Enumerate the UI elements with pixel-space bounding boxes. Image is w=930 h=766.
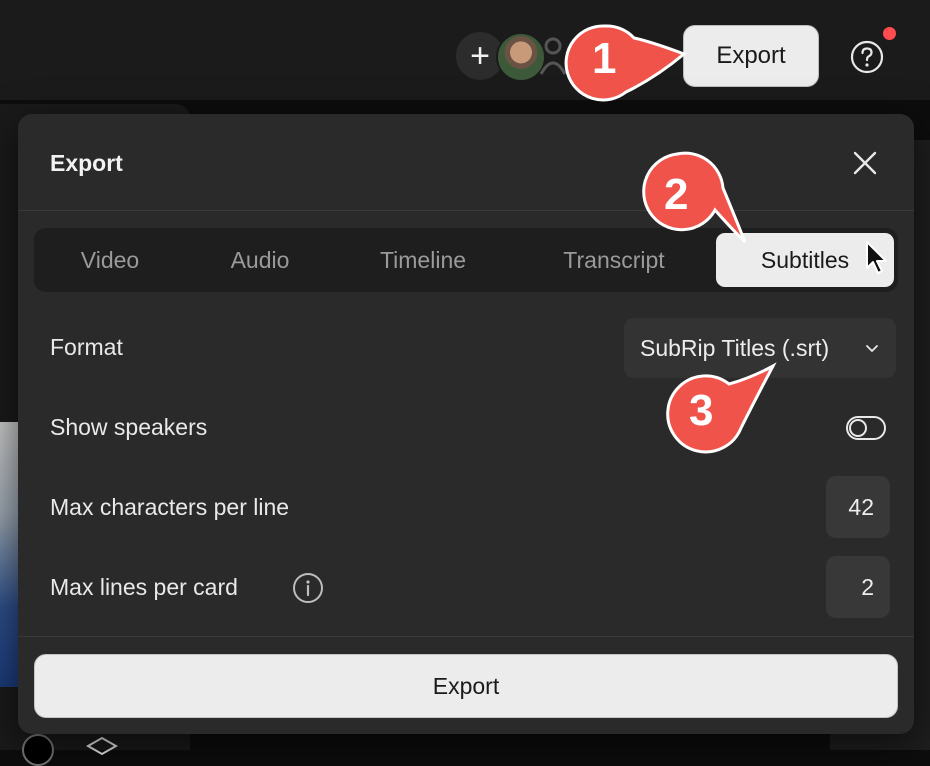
- header-divider: [18, 210, 914, 211]
- plus-icon: +: [470, 37, 490, 75]
- info-icon[interactable]: [292, 572, 324, 604]
- callout-1-number: 1: [592, 34, 617, 83]
- top-toolbar: + Export: [0, 0, 930, 100]
- help-icon[interactable]: [850, 40, 884, 74]
- footer-divider: [18, 636, 914, 637]
- tab-audio[interactable]: Audio: [186, 228, 334, 292]
- max-chars-input[interactable]: 42: [826, 476, 890, 538]
- callout-2-number: 2: [664, 170, 689, 219]
- show-speakers-label: Show speakers: [50, 414, 208, 440]
- export-button[interactable]: Export: [34, 654, 898, 718]
- toggle-knob: [849, 419, 867, 437]
- callout-2-icon: [642, 151, 747, 244]
- notification-badge: [883, 27, 896, 40]
- dialog-title: Export: [50, 150, 123, 176]
- tab-timeline[interactable]: Timeline: [334, 228, 512, 292]
- chevron-down-icon: [866, 345, 878, 353]
- mouse-cursor-icon: [866, 241, 887, 274]
- format-label: Format: [50, 334, 123, 360]
- tab-video[interactable]: Video: [34, 228, 186, 292]
- top-export-button[interactable]: Export: [683, 25, 819, 87]
- record-icon[interactable]: [22, 734, 54, 766]
- callout-3-number: 3: [689, 386, 714, 435]
- max-chars-label: Max characters per line: [50, 494, 290, 520]
- max-lines-input[interactable]: 2: [826, 556, 890, 618]
- show-speakers-toggle[interactable]: [846, 416, 886, 440]
- callout-3-icon: [666, 362, 777, 454]
- layers-icon[interactable]: [86, 736, 118, 756]
- video-thumbnail: [0, 422, 20, 687]
- export-type-tabs: Video Audio Timeline Transcript Subtitle…: [34, 228, 898, 292]
- format-value: SubRip Titles (.srt): [640, 334, 830, 361]
- close-icon[interactable]: [852, 150, 878, 176]
- callout-1-icon: [564, 24, 687, 102]
- max-lines-label: Max lines per card: [50, 574, 238, 600]
